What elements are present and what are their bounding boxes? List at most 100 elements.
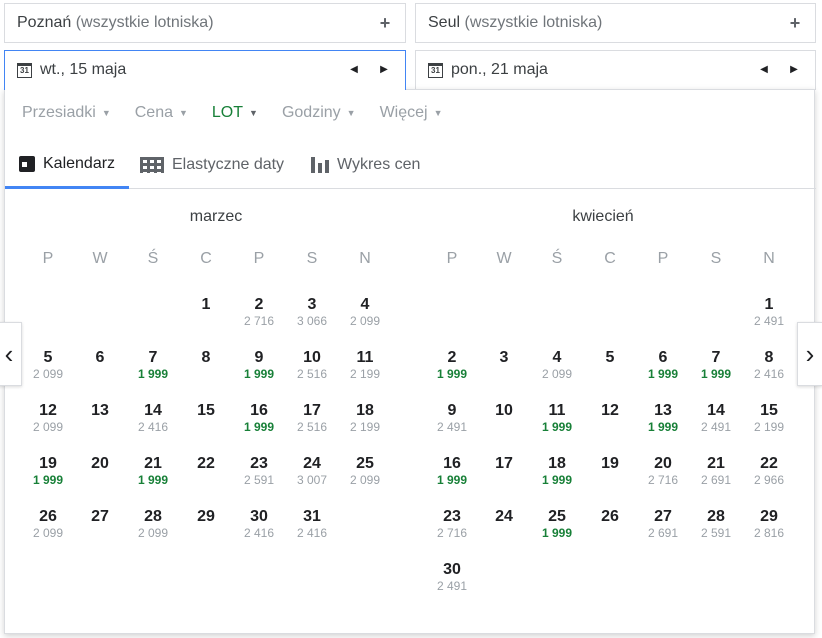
calendar-day[interactable]: 23 2 716 [426, 508, 478, 540]
day-price: 2 099 [32, 420, 64, 434]
calendar-day[interactable]: 19 [584, 455, 636, 473]
filter-times[interactable]: Godziny ▼ [282, 104, 356, 122]
day-number: 18 [356, 402, 374, 419]
day-number: 21 [144, 455, 162, 472]
day-number: 27 [91, 508, 109, 525]
calendar-day[interactable]: 24 [478, 508, 530, 526]
calendar-day[interactable]: 29 2 816 [743, 508, 795, 540]
calendar-day[interactable]: 52 099 [22, 349, 74, 381]
calendar-day[interactable]: 10 [478, 402, 530, 420]
calendar-day[interactable]: 42 099 [339, 296, 391, 328]
tab-calendar[interactable]: Kalendarz [5, 142, 129, 189]
day-price: 2 491 [436, 420, 468, 434]
calendar-day[interactable]: 26 [584, 508, 636, 526]
calendar-day[interactable]: 15 2 199 [743, 402, 795, 434]
calendar-day[interactable]: 1 [180, 296, 232, 314]
day-number: 12 [39, 402, 57, 419]
calendar-day[interactable]: 25 1 999 [531, 508, 583, 540]
calendar-day[interactable]: 31 2 416 [286, 508, 338, 540]
calendar-day[interactable]: 21 999 [426, 349, 478, 381]
calendar-day[interactable]: 30 2 491 [426, 561, 478, 593]
departure-date-field[interactable]: 31 wt., 15 maja ◀ ▶ [4, 50, 406, 90]
calendar-day[interactable]: 28 2 591 [690, 508, 742, 540]
day-number: 26 [39, 508, 57, 525]
calendar-day[interactable]: 21 1 999 [127, 455, 179, 487]
add-origin-icon[interactable]: + [375, 4, 395, 42]
calendar-day[interactable]: 21 2 691 [690, 455, 742, 487]
add-destination-icon[interactable]: + [785, 4, 805, 42]
day-number: 16 [443, 455, 461, 472]
day-number: 30 [250, 508, 268, 525]
calendar-day[interactable]: 5 [584, 349, 636, 367]
tab-flexible-dates[interactable]: Elastyczne daty [140, 142, 284, 188]
calendar-day[interactable]: 18 1 999 [531, 455, 583, 487]
calendar-day[interactable]: 25 2 099 [339, 455, 391, 487]
calendar-day[interactable]: 16 1 999 [233, 402, 285, 434]
destination-field[interactable]: Seul (wszystkie lotniska) + [415, 3, 816, 43]
calendar-day[interactable]: 13 1 999 [637, 402, 689, 434]
calendar-day[interactable]: 8 [180, 349, 232, 367]
day-price: 1 999 [541, 473, 573, 487]
filter-more[interactable]: Więcej ▼ [380, 104, 443, 122]
calendar-day[interactable]: 27 2 691 [637, 508, 689, 540]
calendar-day[interactable]: 14 2 416 [127, 402, 179, 434]
prev-date-icon[interactable]: ◀ [345, 51, 363, 89]
day-number: 7 [148, 349, 158, 366]
filter-price[interactable]: Cena ▼ [135, 104, 188, 122]
calendar-day[interactable]: 10 2 516 [286, 349, 338, 381]
calendar-day[interactable]: 12 2 099 [22, 402, 74, 434]
prev-date-icon[interactable]: ◀ [755, 51, 773, 89]
calendar-day[interactable]: 11 2 199 [339, 349, 391, 381]
calendar-day[interactable]: 42 099 [531, 349, 583, 381]
day-number: 22 [197, 455, 215, 472]
calendar-day[interactable]: 16 1 999 [426, 455, 478, 487]
calendar-day[interactable]: 71 999 [127, 349, 179, 381]
calendar-day[interactable]: 20 [74, 455, 126, 473]
origin-field[interactable]: Poznań (wszystkie lotniska) + [4, 3, 406, 43]
calendar-day[interactable]: 27 [74, 508, 126, 526]
calendar-day[interactable]: 3 [478, 349, 530, 367]
calendar-day[interactable]: 91 999 [233, 349, 285, 381]
calendar-day[interactable]: 22 2 966 [743, 455, 795, 487]
calendar-day[interactable]: 26 2 099 [22, 508, 74, 540]
day-number: 15 [197, 402, 215, 419]
day-price: 2 199 [753, 420, 785, 434]
next-date-icon[interactable]: ▶ [375, 51, 393, 89]
calendar-day[interactable]: 23 2 591 [233, 455, 285, 487]
next-date-icon[interactable]: ▶ [785, 51, 803, 89]
calendar-day[interactable]: 20 2 716 [637, 455, 689, 487]
prev-month-button[interactable]: ‹ [0, 322, 22, 386]
calendar-day[interactable]: 33 066 [286, 296, 338, 328]
calendar-day[interactable]: 92 491 [426, 402, 478, 434]
calendar-day[interactable]: 24 3 007 [286, 455, 338, 487]
day-price: 2 716 [647, 473, 679, 487]
return-date-field[interactable]: 31 pon., 21 maja ◀ ▶ [415, 50, 816, 90]
calendar-day[interactable]: 17 2 516 [286, 402, 338, 434]
calendar-day[interactable]: 29 [180, 508, 232, 526]
day-number: 27 [654, 508, 672, 525]
calendar-day[interactable]: 6 [74, 349, 126, 367]
calendar-day[interactable]: 19 1 999 [22, 455, 74, 487]
calendar-day[interactable]: 13 [74, 402, 126, 420]
calendar-day[interactable]: 22 716 [233, 296, 285, 328]
calendar-day[interactable]: 12 491 [743, 296, 795, 328]
calendar-day[interactable]: 82 416 [743, 349, 795, 381]
calendar-day[interactable]: 18 2 199 [339, 402, 391, 434]
calendar-day[interactable]: 14 2 491 [690, 402, 742, 434]
calendar-day[interactable]: 17 [478, 455, 530, 473]
day-price: 1 999 [137, 473, 169, 487]
calendar-day[interactable]: 28 2 099 [127, 508, 179, 540]
day-number: 8 [201, 349, 211, 366]
calendar-day[interactable]: 11 1 999 [531, 402, 583, 434]
calendar-day[interactable]: 71 999 [690, 349, 742, 381]
calendar-day[interactable]: 12 [584, 402, 636, 420]
calendar-day[interactable]: 30 2 416 [233, 508, 285, 540]
tab-price-chart[interactable]: Wykres cen [311, 142, 420, 188]
calendar-day[interactable]: 22 [180, 455, 232, 473]
filter-airline[interactable]: LOT ▼ [212, 104, 258, 122]
calendar-day[interactable]: 61 999 [637, 349, 689, 381]
day-price: 2 099 [541, 367, 573, 381]
filter-stops[interactable]: Przesiadki ▼ [22, 104, 111, 122]
next-month-button[interactable]: › [797, 322, 822, 386]
calendar-day[interactable]: 15 [180, 402, 232, 420]
